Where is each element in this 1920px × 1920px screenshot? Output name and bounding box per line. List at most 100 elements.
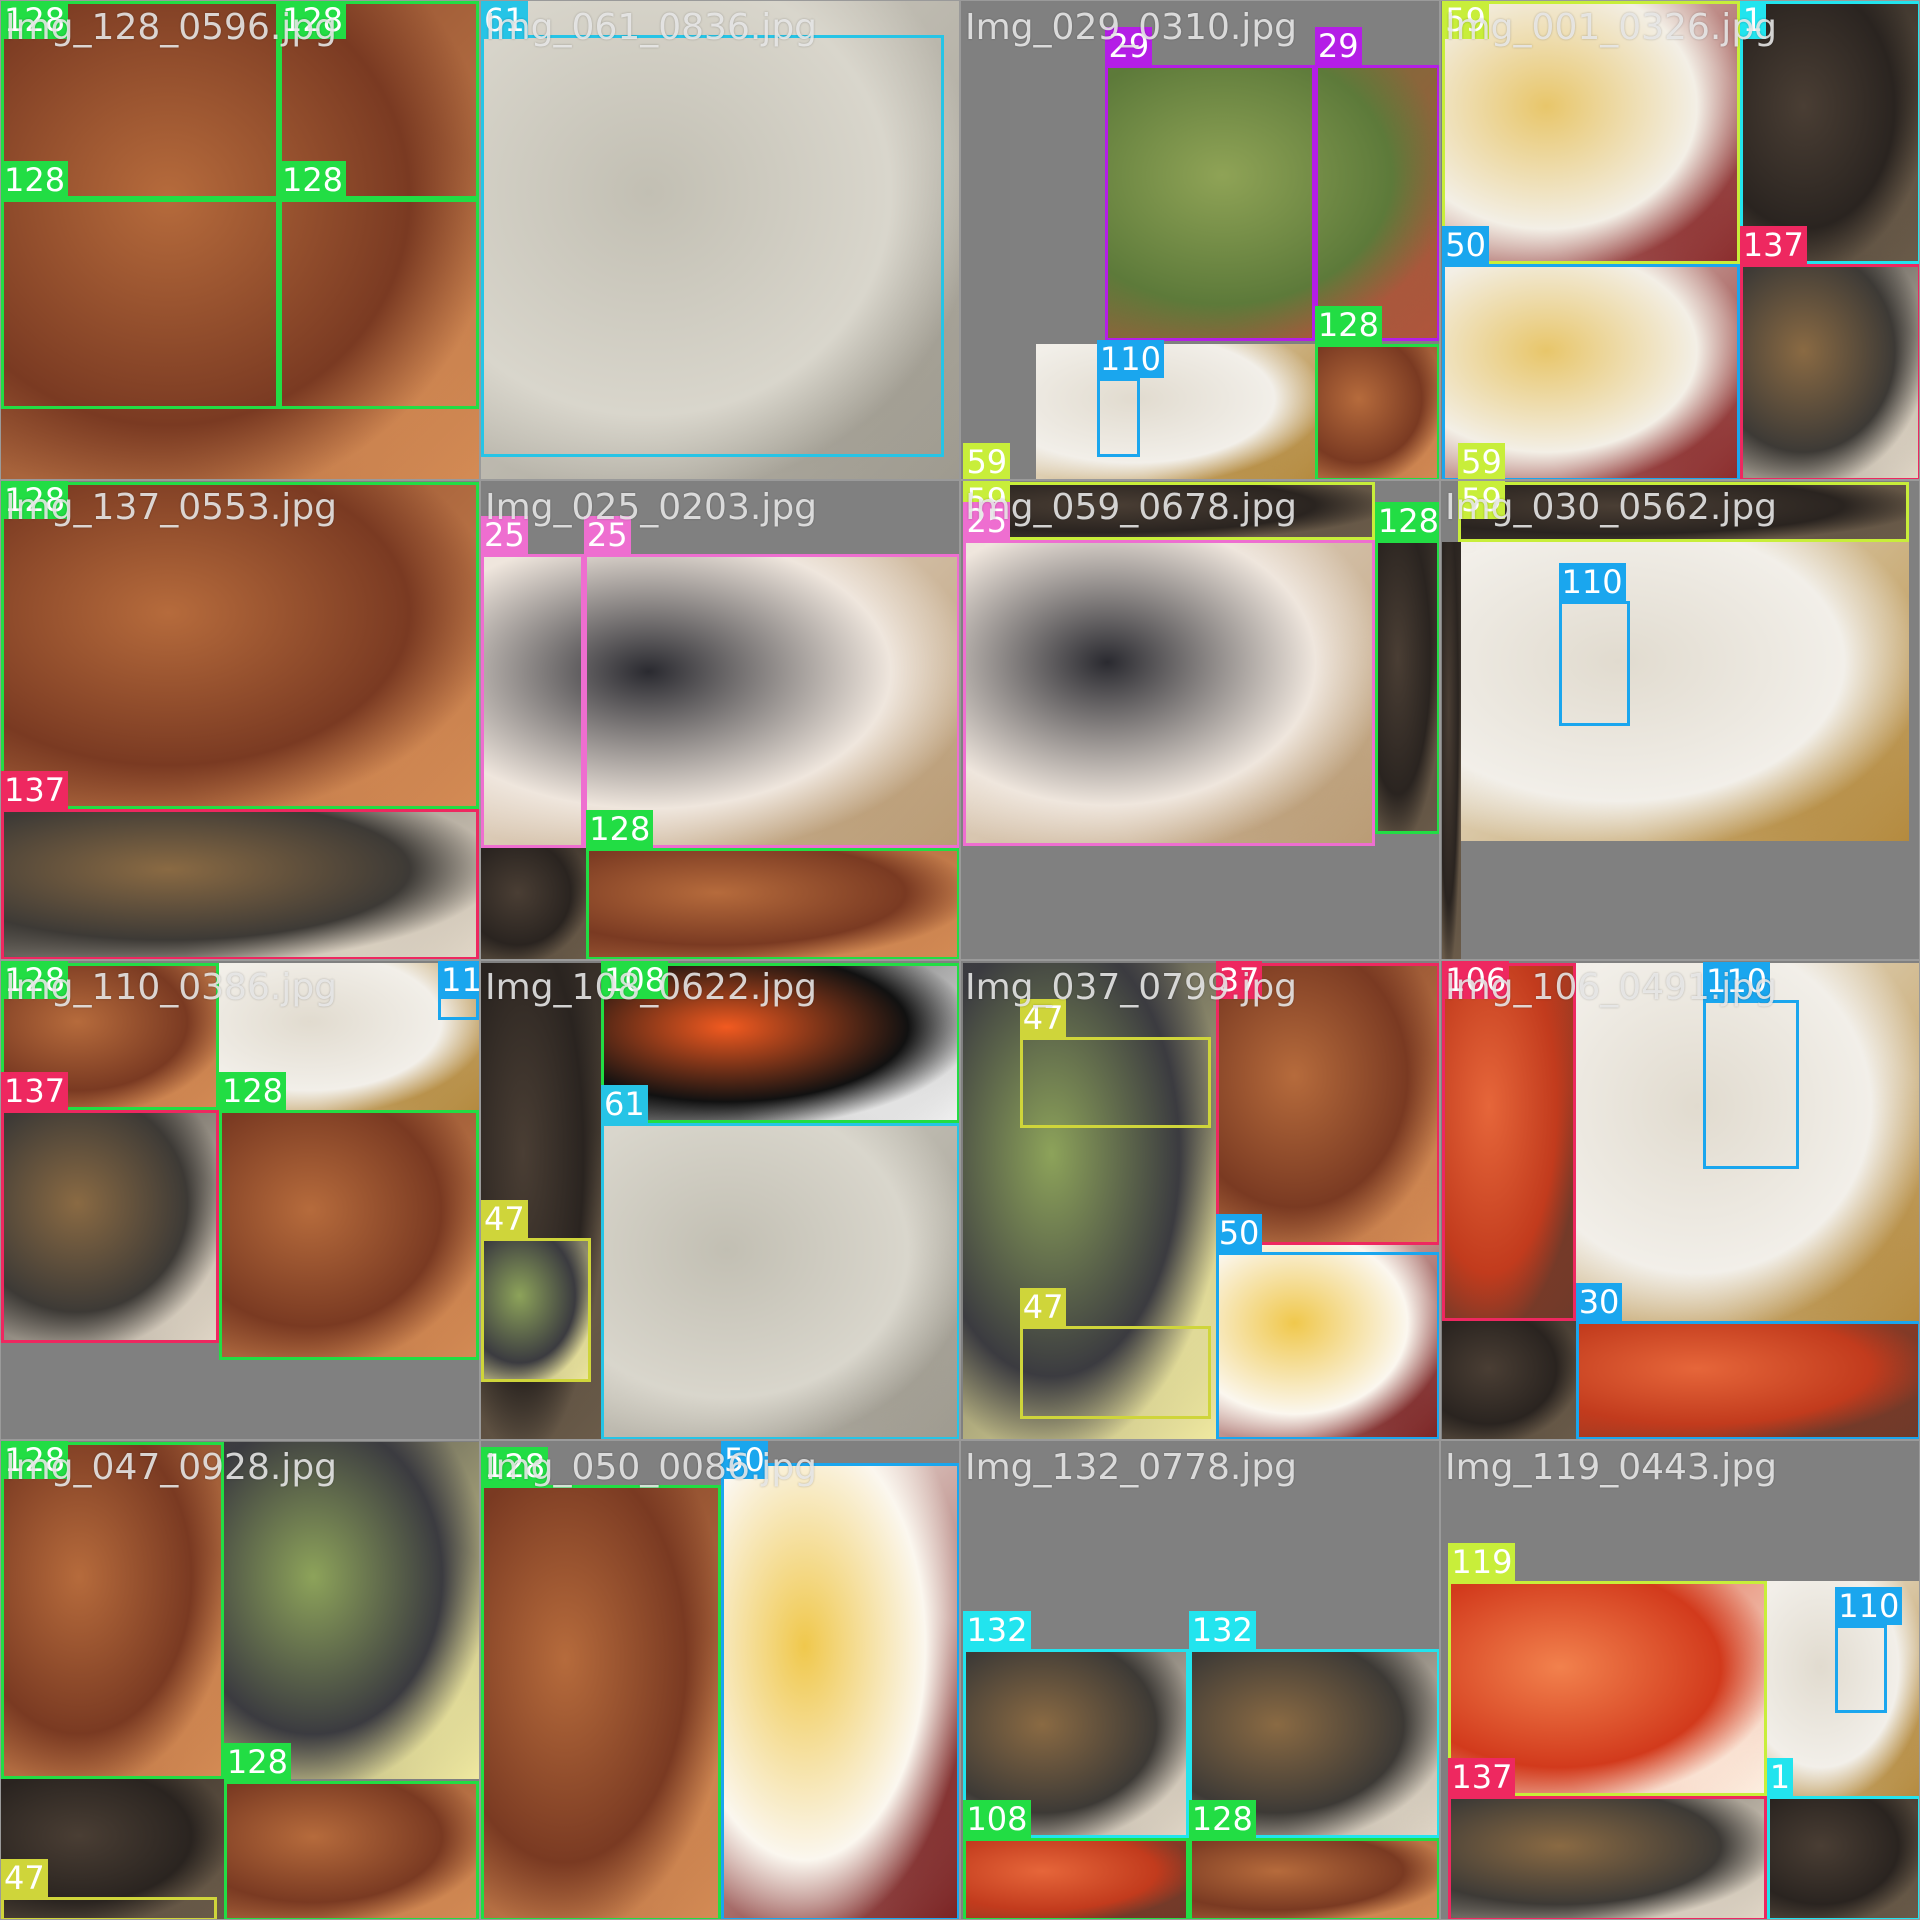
- mosaic-tile: Img_110_0386.jpg128110137128: [0, 960, 480, 1440]
- detection-box: [963, 539, 1375, 846]
- mosaic-tile: Img_025_0203.jpg 25 25 128: [480, 480, 960, 960]
- tile-filename: Img_106_0491.jpg: [1445, 967, 1778, 1008]
- detection-box: [1, 809, 479, 959]
- tile-filename: Img_061_0836.jpg: [485, 7, 818, 48]
- detection-box: [601, 1122, 959, 1439]
- tile-filename: Img_137_0553.jpg: [5, 487, 338, 528]
- class-label: 128: [278, 161, 347, 200]
- detection-box: [1835, 1624, 1887, 1713]
- mosaic-tile: Img_050_0086.jpg 128 50: [480, 1440, 960, 1920]
- food-photo: [1460, 542, 1909, 841]
- detection-box: [1188, 1837, 1439, 1919]
- detection-box: [721, 1463, 959, 1919]
- detection-box: [1314, 64, 1439, 342]
- food-photo: [1035, 343, 1315, 479]
- mosaic-tile: Img_108_0622.jpg 108 61 47: [480, 960, 960, 1440]
- detection-box: [1739, 264, 1919, 479]
- mosaic-tile: Img_137_0553.jpg 128 137: [0, 480, 480, 960]
- class-label: 137: [1448, 1758, 1516, 1797]
- detection-box: [963, 1837, 1189, 1919]
- tile-filename: Img_037_0799.jpg: [965, 967, 1298, 1008]
- detection-mosaic: Img_128_0596.jpg 128 128 128 128 Img_061_0836…: [0, 0, 1920, 1920]
- class-label: 119: [1448, 1542, 1516, 1581]
- class-label: 137: [1, 1072, 69, 1111]
- class-label: 132: [963, 1611, 1031, 1650]
- tile-filename: Img_110_0386.jpg: [5, 967, 338, 1008]
- detection-box: [1442, 963, 1576, 1321]
- class-label: 47: [481, 1199, 528, 1238]
- detection-box: [481, 1237, 592, 1383]
- food-photo: [481, 848, 587, 959]
- detection-box: [1575, 1321, 1919, 1439]
- tile-filename: Img_119_0443.jpg: [1445, 1447, 1778, 1488]
- tile-filename: Img_050_0086.jpg: [485, 1447, 818, 1488]
- mosaic-tile: Img_047_0928.jpg 128 128 47: [0, 1440, 480, 1920]
- mosaic-tile: Img_132_0778.jpg 132 132 108 128: [960, 1440, 1440, 1920]
- class-label: 110: [438, 961, 479, 999]
- tile-filename: Img_029_0310.jpg: [965, 7, 1298, 48]
- class-label: 110: [1096, 340, 1164, 379]
- class-label: 59: [963, 443, 1011, 479]
- class-label: 50: [1442, 226, 1489, 265]
- detection-box: [278, 199, 479, 409]
- tile-filename: Img_001_0326.jpg: [1445, 7, 1778, 48]
- mosaic-tile: Img_119_0443.jpg 119 110 137 1: [1440, 1440, 1920, 1920]
- mosaic-tile: Img_061_0836.jpg 61: [480, 0, 960, 480]
- mosaic-tile: Img_030_0562.jpg 59 110: [1440, 480, 1920, 960]
- detection-box: [1766, 1796, 1919, 1919]
- detection-box: [1558, 601, 1630, 726]
- mosaic-tile: Img_106_0491.jpg 106 110 30: [1440, 960, 1920, 1440]
- detection-box: [1703, 1000, 1799, 1170]
- detection-box: [583, 554, 959, 849]
- detection-box: [1, 1110, 219, 1344]
- detection-box: [1105, 64, 1315, 342]
- detection-box: [1374, 539, 1439, 834]
- class-label: 128: [1314, 305, 1382, 344]
- mosaic-tile: Img_029_0310.jpg 29 29 110 128 59: [960, 0, 1440, 480]
- class-label: 132: [1188, 1611, 1256, 1650]
- class-label: 59: [1458, 443, 1505, 479]
- class-label: 108: [963, 1799, 1031, 1838]
- detection-box: [481, 1485, 721, 1919]
- class-label: 128: [586, 810, 654, 849]
- mosaic-tile: Img_001_0326.jpg 59 1 50 137 59: [1440, 0, 1920, 480]
- food-photo: [1442, 1321, 1576, 1439]
- food-photo: [1442, 542, 1461, 959]
- detection-box: [481, 554, 584, 849]
- detection-box: [1, 1896, 217, 1919]
- tile-filename: Img_030_0562.jpg: [1445, 487, 1778, 528]
- detection-box: [1448, 1796, 1767, 1919]
- detection-box: [1215, 1252, 1439, 1439]
- class-label: 137: [1, 771, 69, 810]
- class-label: 47: [1, 1858, 48, 1897]
- detection-box: [1019, 1325, 1211, 1419]
- class-label: 61: [601, 1084, 648, 1123]
- detection-box: [1314, 343, 1439, 479]
- detection-box: [1096, 378, 1140, 457]
- detection-box: [218, 1110, 479, 1361]
- class-label: 110: [1558, 563, 1626, 601]
- detection-box: [1019, 1036, 1211, 1128]
- mosaic-tile: Img_059_0678.jpg 59 25 128: [960, 480, 1440, 960]
- detection-box: [223, 1781, 479, 1919]
- tile-filename: Img_132_0778.jpg: [965, 1447, 1298, 1488]
- class-label: 110: [1835, 1586, 1903, 1625]
- class-label: 30: [1575, 1283, 1623, 1321]
- class-label: 128: [218, 1072, 287, 1111]
- mosaic-tile: Img_037_0799.jpg 47 37 50 47: [960, 960, 1440, 1440]
- tile-filename: Img_108_0622.jpg: [485, 967, 818, 1008]
- tile-filename: Img_025_0203.jpg: [485, 487, 818, 528]
- detection-box: [481, 35, 944, 457]
- tile-filename: Img_128_0596.jpg: [5, 7, 338, 48]
- class-label: 29: [1314, 26, 1362, 65]
- tile-filename: Img_059_0678.jpg: [965, 487, 1298, 528]
- class-label: 47: [1019, 1287, 1067, 1326]
- class-label: 128: [1, 161, 69, 200]
- mosaic-tile: Img_128_0596.jpg 128 128 128 128: [0, 0, 480, 480]
- tile-filename: Img_047_0928.jpg: [5, 1447, 338, 1488]
- class-label: 128: [1188, 1799, 1256, 1838]
- class-label: 128: [223, 1743, 291, 1782]
- class-label: 137: [1739, 226, 1807, 265]
- detection-box: [1, 199, 279, 409]
- detection-box: [586, 848, 959, 959]
